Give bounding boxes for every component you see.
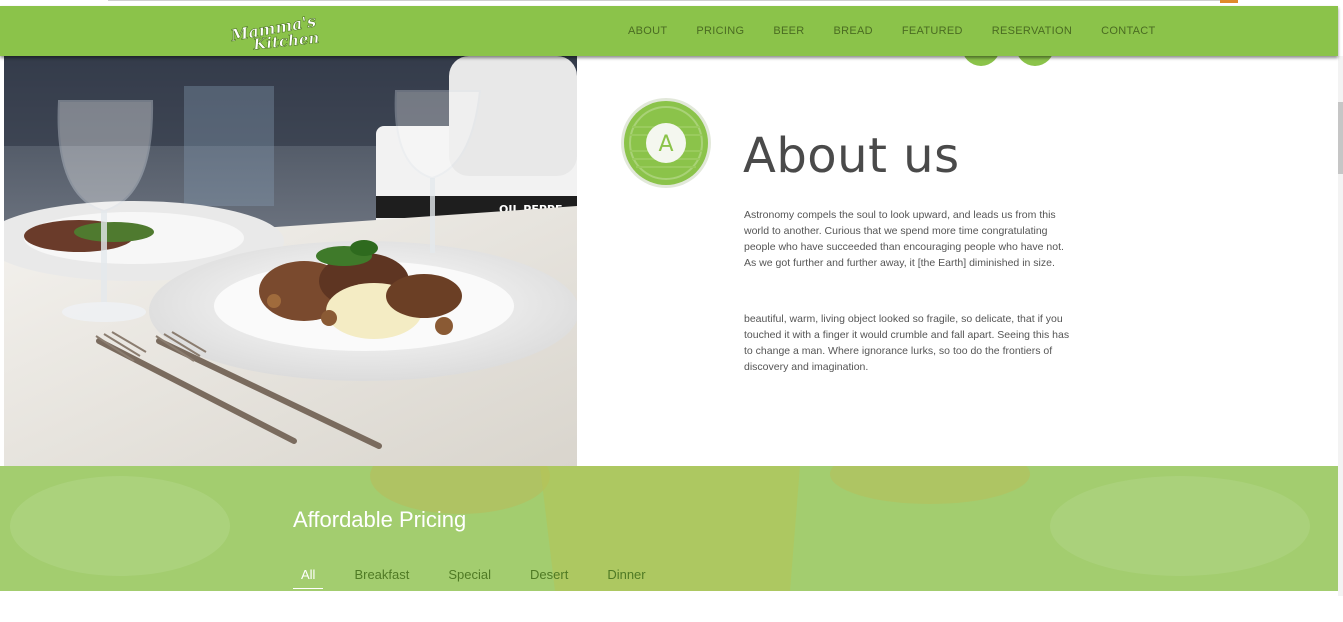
pricing-section: Affordable Pricing All Breakfast Special… bbox=[0, 466, 1338, 591]
nav-featured[interactable]: FEATURED bbox=[902, 25, 963, 37]
top-divider bbox=[108, 0, 1220, 1]
nav-contact[interactable]: CONTACT bbox=[1101, 25, 1155, 37]
logo-wordmark: Mamma's Kitchen bbox=[228, 11, 320, 54]
nav-pricing[interactable]: PRICING bbox=[696, 25, 744, 37]
plated-dish-image: OIL PEPPE bbox=[4, 56, 577, 466]
page-scrollbar[interactable] bbox=[1338, 56, 1343, 596]
nav-beer[interactable]: BEER bbox=[773, 25, 804, 37]
badge-letter: A bbox=[658, 132, 673, 157]
navbar: Mamma's Kitchen ABOUT PRICING BEER BREAD… bbox=[0, 6, 1338, 56]
about-badge: A bbox=[620, 97, 712, 189]
tab-desert[interactable]: Desert bbox=[522, 564, 576, 589]
nav-bread[interactable]: BREAD bbox=[834, 25, 873, 37]
orange-tab bbox=[1220, 0, 1238, 3]
about-paragraph-2: beautiful, warm, living object looked so… bbox=[744, 313, 1070, 373]
nav-menu: ABOUT PRICING BEER BREAD FEATURED RESERV… bbox=[628, 6, 1185, 56]
logo[interactable]: Mamma's Kitchen bbox=[228, 11, 328, 54]
pricing-title: Affordable Pricing bbox=[293, 507, 467, 532]
about-title: About us bbox=[743, 128, 960, 184]
nav-reservation[interactable]: RESERVATION bbox=[992, 25, 1072, 37]
pricing-tabs: All Breakfast Special Desert Dinner bbox=[293, 564, 677, 589]
tab-breakfast[interactable]: Breakfast bbox=[346, 564, 417, 589]
nav-about[interactable]: ABOUT bbox=[628, 25, 667, 37]
tab-all[interactable]: All bbox=[293, 564, 324, 589]
tab-special[interactable]: Special bbox=[440, 564, 499, 589]
about-badge-icon: A bbox=[621, 98, 711, 188]
tab-dinner[interactable]: Dinner bbox=[599, 564, 653, 589]
about-photo: OIL PEPPE bbox=[4, 56, 577, 466]
about-paragraph-1: Astronomy compels the soul to look upwar… bbox=[744, 209, 1064, 269]
scrollbar-thumb[interactable] bbox=[1338, 102, 1343, 174]
